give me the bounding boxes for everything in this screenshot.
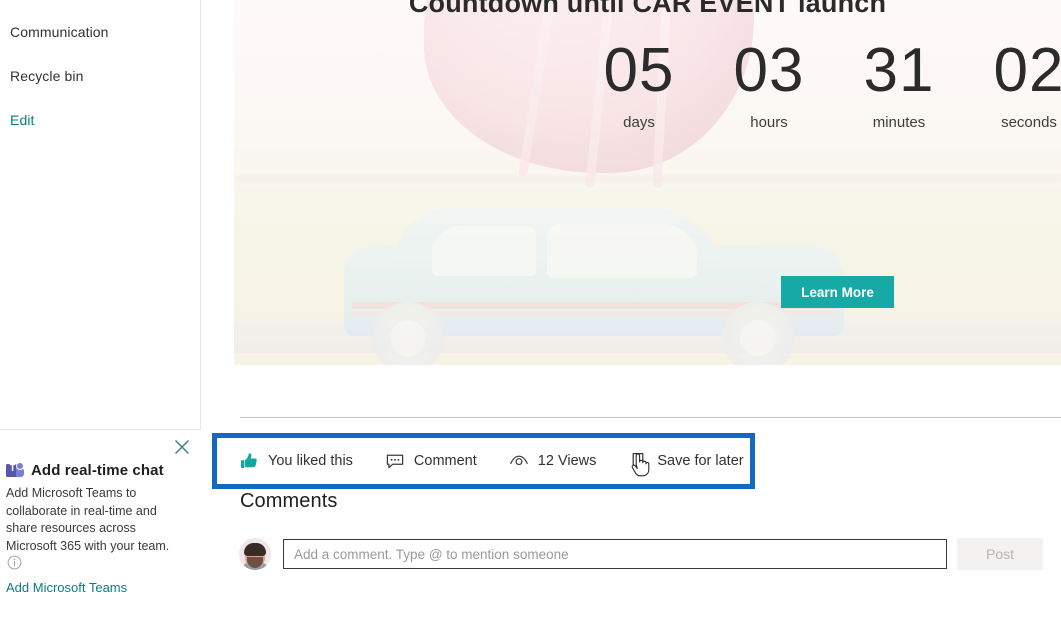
countdown-label: days xyxy=(623,114,655,131)
thumbs-up-icon xyxy=(239,451,259,471)
countdown-timer: 05 days 03 hours 31 minutes 02 seconds xyxy=(574,36,1061,131)
comment-composer: Post xyxy=(239,538,1043,570)
sidebar-item-label: Communication xyxy=(10,24,109,40)
countdown-value: 05 xyxy=(603,36,675,105)
content-divider xyxy=(240,417,1061,418)
save-for-later-label: Save for later xyxy=(657,453,744,469)
sidebar-edit-link[interactable]: Edit xyxy=(10,112,35,128)
teams-promo-title: Add real-time chat xyxy=(31,462,164,479)
sidebar-item-label: Recycle bin xyxy=(10,68,84,84)
countdown-label: minutes xyxy=(872,114,926,131)
countdown-unit-hours: 03 hours xyxy=(704,36,834,131)
like-label: You liked this xyxy=(268,453,353,469)
countdown-label: seconds xyxy=(1001,114,1057,131)
sidebar-item-recycle-bin[interactable]: Recycle bin xyxy=(10,68,83,84)
like-button[interactable]: You liked this xyxy=(239,451,353,471)
comment-input[interactable] xyxy=(283,539,947,569)
countdown-label: hours xyxy=(750,114,788,131)
teams-promo-card: Add real-time chat Add Microsoft Teams t… xyxy=(0,429,201,619)
comment-button[interactable]: Comment xyxy=(385,451,477,471)
countdown-unit-days: 05 days xyxy=(574,36,704,131)
countdown-value: 02 xyxy=(993,36,1061,105)
eye-icon xyxy=(509,451,529,471)
comment-label: Comment xyxy=(413,453,477,469)
close-icon[interactable] xyxy=(172,437,192,457)
info-icon[interactable] xyxy=(7,555,22,570)
countdown-value: 31 xyxy=(863,36,935,105)
teams-promo-body: Add Microsoft Teams to collaborate in re… xyxy=(6,486,170,553)
views-label: 12 Views xyxy=(537,453,597,469)
left-sidebar: Communication Recycle bin Edit Add real-… xyxy=(0,0,201,619)
hero-banner[interactable]: Countdown until CAR EVENT launch 05 days… xyxy=(234,0,1061,365)
hero-title: Countdown until CAR EVENT launch xyxy=(408,0,887,18)
save-for-later-button[interactable]: Save for later xyxy=(628,451,744,471)
countdown-unit-minutes: 31 minutes xyxy=(834,36,964,131)
countdown-unit-seconds: 02 seconds xyxy=(964,36,1061,131)
main-content: Countdown until CAR EVENT launch 05 days… xyxy=(201,0,1061,619)
add-microsoft-teams-link[interactable]: Add Microsoft Teams xyxy=(6,580,127,595)
microsoft-teams-icon xyxy=(6,462,24,479)
teams-promo-header: Add real-time chat xyxy=(6,462,164,479)
comments-heading: Comments xyxy=(240,490,338,512)
page-root: Communication Recycle bin Edit Add real-… xyxy=(0,0,1061,619)
bookmark-icon xyxy=(628,451,648,471)
post-comment-button[interactable]: Post xyxy=(957,538,1043,570)
sidebar-item-communication[interactable]: Communication xyxy=(10,24,109,40)
user-avatar xyxy=(239,538,271,570)
social-bar: You liked this Comment 12 Views Save for… xyxy=(239,448,744,474)
views-counter[interactable]: 12 Views xyxy=(509,451,597,471)
countdown-value: 03 xyxy=(733,36,805,105)
learn-more-button[interactable]: Learn More xyxy=(781,276,894,308)
comment-icon xyxy=(385,451,405,471)
